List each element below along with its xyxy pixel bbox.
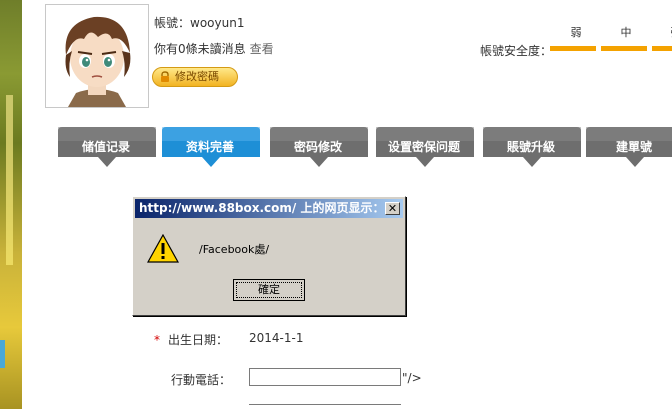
message-line: 你有0條未讀消息 查看 [154, 40, 274, 57]
tab-label: 密码修改 [293, 140, 342, 154]
security-bar-medium [601, 46, 647, 51]
tab-account-upgrade[interactable]: 賬號升級 [483, 127, 581, 171]
left-accent-bar [0, 340, 5, 368]
lock-icon [161, 71, 169, 82]
tab-change-password[interactable]: 密码修改 [270, 127, 368, 171]
dialog-title-bar[interactable]: http://www.88box.com/ 上的网页显示： ✕ [135, 199, 403, 218]
tab-profile-complete[interactable]: 资料完善 [162, 127, 260, 171]
phone-input[interactable] [249, 368, 401, 386]
change-password-label: 修改密碼 [175, 70, 219, 83]
avatar [45, 4, 149, 108]
profile-tabs: 储值记录 资料完善 密码修改 设置密保问题 賬號升級 建單號 [58, 127, 672, 171]
phone-input-tail-text: "/> [402, 371, 422, 385]
ok-button[interactable]: 確定 [233, 279, 305, 301]
dialog-title: http://www.88box.com/ 上的网页显示： [139, 201, 385, 215]
change-password-button[interactable]: 修改密碼 [152, 67, 238, 87]
tab-security-question[interactable]: 设置密保问题 [376, 127, 474, 171]
dialog-message: /Facebook處/ [199, 243, 270, 256]
tab-label: 建單號 [615, 140, 652, 154]
birth-date-label-row: * 出生日期： [154, 331, 228, 348]
security-bar-weak [550, 46, 596, 51]
tab-create-account[interactable]: 建單號 [586, 127, 672, 171]
warning-icon [147, 234, 179, 263]
security-level-medium: 中 [620, 26, 632, 39]
tab-label: 资料完善 [185, 140, 234, 154]
alert-dialog: http://www.88box.com/ 上的网页显示： ✕ /Faceboo… [132, 196, 406, 316]
view-messages-link[interactable]: 查看 [250, 42, 274, 56]
security-level-label: 帳號安全度： [480, 44, 553, 58]
birth-date-value: 2014-1-1 [249, 331, 304, 345]
phone-label: 行動電話： [171, 373, 232, 387]
avatar-image [46, 5, 148, 107]
tab-deposit-history[interactable]: 储值记录 [58, 127, 156, 171]
close-icon[interactable]: ✕ [385, 202, 400, 215]
account-name: wooyun1 [190, 16, 245, 30]
tab-label: 賬號升級 [506, 140, 555, 154]
required-mark: * [154, 333, 160, 347]
account-label: 帳號： [154, 16, 191, 30]
security-level-strong: 强 [653, 24, 672, 40]
unread-message-text: 你有0條未讀消息 [154, 42, 246, 56]
account-line: 帳號：wooyun1 [154, 14, 244, 31]
security-bar-strong [652, 46, 672, 51]
security-level-weak: 弱 [570, 26, 582, 39]
tab-label: 设置密保问题 [387, 140, 460, 154]
birth-date-label: 出生日期： [168, 333, 229, 347]
tab-label: 储值记录 [81, 140, 130, 154]
next-input-field[interactable] [249, 404, 401, 415]
